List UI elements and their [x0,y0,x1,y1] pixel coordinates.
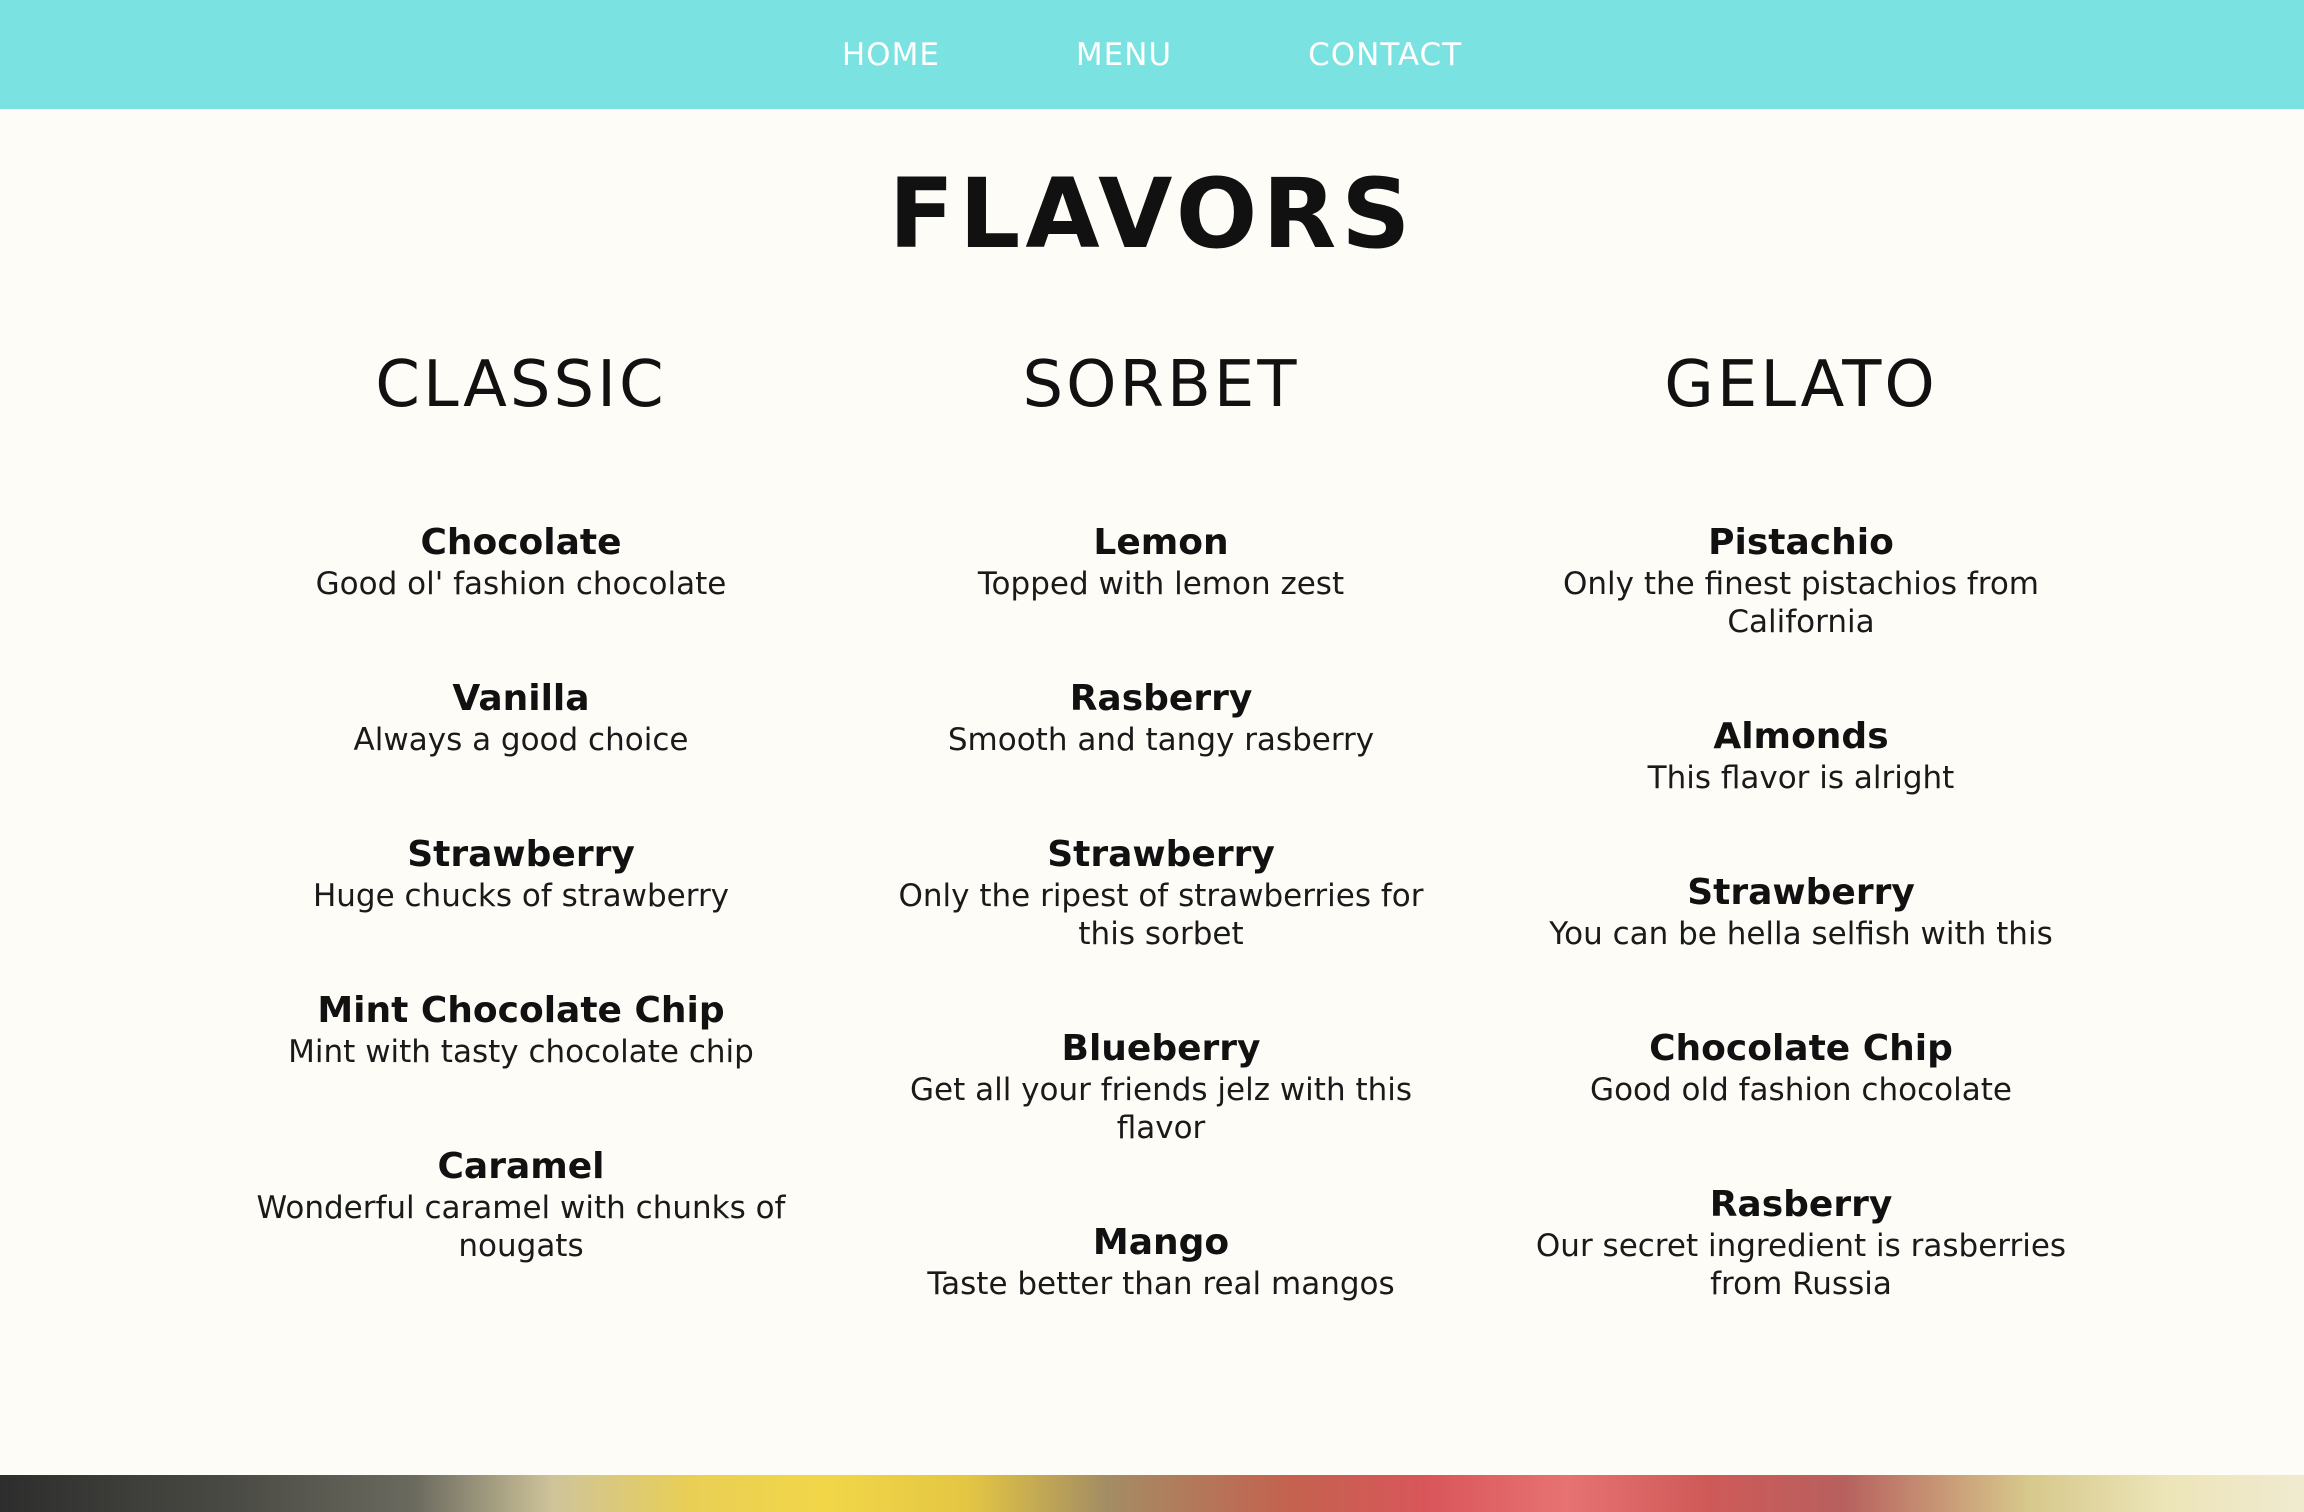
column-title: GELATO [1664,348,1938,422]
flavor-name: Caramel [437,1146,605,1187]
flavor-item: Chocolate Good ol' fashion chocolate [201,521,841,603]
nav-home-link[interactable]: HOME [842,37,940,73]
flavor-name: Almonds [1713,716,1889,757]
column-title: CLASSIC [375,348,667,422]
flavor-name: Mango [1092,1222,1230,1263]
flavor-name: Blueberry [1061,1028,1261,1069]
flavor-name: Strawberry [1047,834,1275,875]
flavor-name: Vanilla [452,678,590,719]
flavor-description: You can be hella selfish with this [1549,916,2053,952]
flavor-name: Pistachio [1708,522,1894,563]
flavor-description: This flavor is alright [1647,760,1955,796]
flavor-description: Only the ripest of strawberries for this… [898,878,1424,952]
flavor-item: Vanilla Always a good choice [201,677,841,759]
flavor-description: Topped with lemon zest [977,566,1345,602]
flavor-name: Strawberry [1687,872,1915,913]
flavor-name: Rasberry [1069,678,1253,719]
ice-cream-photo-banner [0,1475,2304,1512]
flavor-description: Always a good choice [353,722,689,758]
column-classic: CLASSIC Chocolate Good ol' fashion choco… [201,335,841,1339]
flavor-description: Wonderful caramel with chunks of nougats [256,1190,786,1264]
flavor-item: Caramel Wonderful caramel with chunks of… [201,1145,841,1265]
column-sorbet: SORBET Lemon Topped with lemon zest Rasb… [841,335,1481,1377]
flavor-item: Blueberry Get all your friends jelz with… [841,1027,1481,1147]
flavor-item: Rasberry Smooth and tangy rasberry [841,677,1481,759]
flavor-description: Good ol' fashion chocolate [315,566,727,602]
flavor-list: Lemon Topped with lemon zest Rasberry Sm… [841,435,1481,1303]
flavor-name: Rasberry [1709,1184,1893,1225]
flavor-item: Mango Taste better than real mangos [841,1221,1481,1303]
flavor-list: Chocolate Good ol' fashion chocolate Van… [201,435,841,1265]
flavor-description: Smooth and tangy rasberry [947,722,1375,758]
flavor-item: Strawberry You can be hella selfish with… [1481,871,2121,953]
flavor-item: Strawberry Huge chucks of strawberry [201,833,841,915]
flavor-name: Strawberry [407,834,635,875]
flavor-description: Get all your friends jelz with this flav… [909,1072,1413,1146]
flavor-item: Strawberry Only the ripest of strawberri… [841,833,1481,953]
nav-contact-link[interactable]: CONTACT [1308,37,1462,73]
flavor-description: Taste better than real mangos [927,1266,1395,1302]
flavor-name: Mint Chocolate Chip [317,990,725,1031]
column-title: SORBET [1022,348,1300,422]
flavor-name: Chocolate [420,522,622,563]
nav-menu-link[interactable]: MENU [1076,37,1172,73]
flavor-name: Chocolate Chip [1649,1028,1953,1069]
flavor-item: Almonds This flavor is alright [1481,715,2121,797]
flavor-columns: CLASSIC Chocolate Good ol' fashion choco… [0,335,2304,1335]
page-title: FLAVORS [888,158,1416,270]
flavor-item: Rasberry Our secret ingredient is rasber… [1481,1183,2121,1303]
flavor-description: Good old fashion chocolate [1590,1072,2012,1108]
flavor-list: Pistachio Only the finest pistachios fro… [1481,435,2121,1303]
flavor-description: Huge chucks of strawberry [312,878,730,914]
flavor-item: Lemon Topped with lemon zest [841,521,1481,603]
flavor-description: Mint with tasty chocolate chip [288,1034,754,1070]
column-gelato: GELATO Pistachio Only the finest pistach… [1481,335,2121,1377]
flavor-description: Our secret ingredient is rasberries from… [1535,1228,2067,1302]
flavor-item: Pistachio Only the finest pistachios fro… [1481,521,2121,641]
flavor-name: Lemon [1093,522,1229,563]
flavor-item: Chocolate Chip Good old fashion chocolat… [1481,1027,2121,1109]
top-navbar: HOME MENU CONTACT [0,0,2304,109]
flavor-item: Mint Chocolate Chip Mint with tasty choc… [201,989,841,1071]
flavor-description: Only the finest pistachios from Californ… [1562,566,2039,640]
